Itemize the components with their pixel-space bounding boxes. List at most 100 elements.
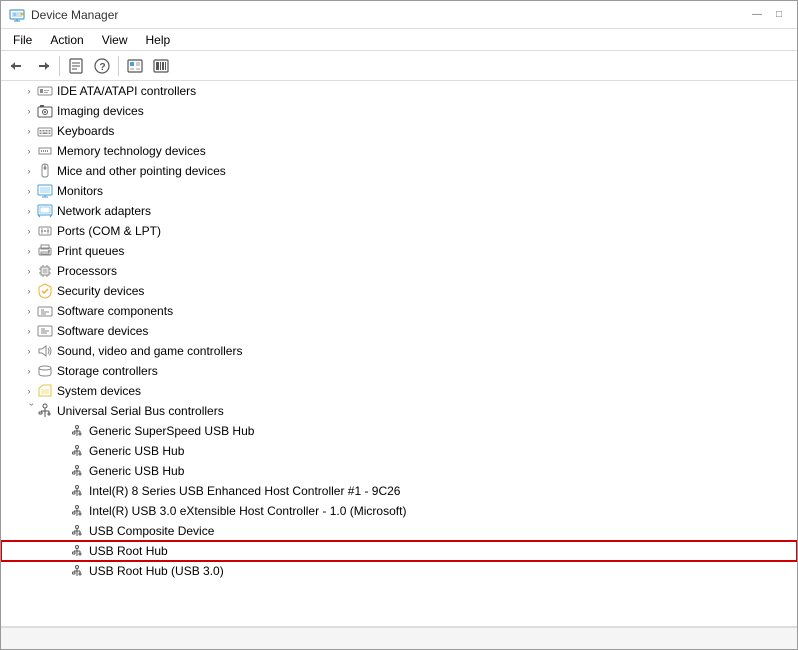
device-tree[interactable]: › IDE ATA/ATAPI controllers › Imaging de… <box>1 81 797 627</box>
expand-icon-softcomp[interactable]: › <box>21 303 37 319</box>
tree-item-usb-generic-ss[interactable]: Generic SuperSpeed USB Hub <box>1 421 797 441</box>
tree-item-usb-root[interactable]: USB Root Hub <box>1 541 797 561</box>
expand-icon-sound[interactable]: › <box>21 343 37 359</box>
scan-button[interactable] <box>149 54 173 78</box>
expand-icon-printq[interactable]: › <box>21 243 37 259</box>
expand-icon-ports[interactable]: › <box>21 223 37 239</box>
icon-imaging <box>37 103 53 119</box>
expand-icon-usb-generic-ss <box>53 423 69 439</box>
icon-usb-generic2 <box>69 463 85 479</box>
expand-icon-processors[interactable]: › <box>21 263 37 279</box>
back-icon <box>9 58 25 74</box>
expand-icon-keyboards[interactable]: › <box>21 123 37 139</box>
tree-item-usb-intel3[interactable]: Intel(R) USB 3.0 eXtensible Host Control… <box>1 501 797 521</box>
expand-icon-monitors[interactable]: › <box>21 183 37 199</box>
scan-icon <box>153 58 169 74</box>
tree-item-usb-root3[interactable]: USB Root Hub (USB 3.0) <box>1 561 797 581</box>
label-security: Security devices <box>57 284 144 298</box>
expand-icon-ide[interactable]: › <box>21 83 37 99</box>
tree-item-keyboards[interactable]: › Keyboards <box>1 121 797 141</box>
tree-item-storage[interactable]: › Storage controllers <box>1 361 797 381</box>
title-bar: ⚙ Device Manager — □ <box>1 1 797 29</box>
icon-printq <box>37 243 53 259</box>
maximize-button[interactable]: □ <box>769 7 789 23</box>
expand-icon-usb-composite <box>53 523 69 539</box>
expand-icon-softdev[interactable]: › <box>21 323 37 339</box>
forward-icon <box>35 58 51 74</box>
menu-action[interactable]: Action <box>42 31 91 49</box>
label-mice: Mice and other pointing devices <box>57 164 226 178</box>
label-keyboards: Keyboards <box>57 124 114 138</box>
expand-icon-usb-intel3 <box>53 503 69 519</box>
expand-icon-memory[interactable]: › <box>21 143 37 159</box>
icon-monitors <box>37 183 53 199</box>
tree-item-security[interactable]: › Security devices <box>1 281 797 301</box>
tree-item-sysdev[interactable]: › System devices <box>1 381 797 401</box>
tree-item-usb[interactable]: › Universal Serial Bus controllers <box>1 401 797 421</box>
menu-help[interactable]: Help <box>138 31 179 49</box>
label-usb-root3: USB Root Hub (USB 3.0) <box>89 564 224 578</box>
expand-icon-imaging[interactable]: › <box>21 103 37 119</box>
expand-icon-security[interactable]: › <box>21 283 37 299</box>
icon-mice <box>37 163 53 179</box>
menu-bar: File Action View Help <box>1 29 797 51</box>
help-button[interactable]: ? <box>90 54 114 78</box>
tree-item-usb-intel8[interactable]: Intel(R) 8 Series USB Enhanced Host Cont… <box>1 481 797 501</box>
icon-usb-root <box>69 543 85 559</box>
tree-item-softdev[interactable]: › Software devices <box>1 321 797 341</box>
icon-usb-intel3 <box>69 503 85 519</box>
minimize-button[interactable]: — <box>747 7 767 23</box>
back-button[interactable] <box>5 54 29 78</box>
label-usb-generic1: Generic USB Hub <box>89 444 184 458</box>
forward-button[interactable] <box>31 54 55 78</box>
tree-item-usb-composite[interactable]: USB Composite Device <box>1 521 797 541</box>
label-usb: Universal Serial Bus controllers <box>57 404 224 418</box>
title-controls: — □ <box>747 7 789 23</box>
properties-button[interactable] <box>64 54 88 78</box>
status-bar <box>1 627 797 649</box>
expand-icon-sysdev[interactable]: › <box>21 383 37 399</box>
tree-item-memory[interactable]: › Memory technology devices <box>1 141 797 161</box>
expand-icon-storage[interactable]: › <box>21 363 37 379</box>
expand-icon-usb[interactable]: › <box>21 403 37 419</box>
expand-icon-mice[interactable]: › <box>21 163 37 179</box>
tree-item-sound[interactable]: › Sound, video and game controllers <box>1 341 797 361</box>
label-ports: Ports (COM & LPT) <box>57 224 161 238</box>
icon-sound <box>37 343 53 359</box>
label-memory: Memory technology devices <box>57 144 206 158</box>
tree-item-network[interactable]: › Network adapters <box>1 201 797 221</box>
tree-item-softcomp[interactable]: › Software components <box>1 301 797 321</box>
expand-icon-usb-intel8 <box>53 483 69 499</box>
title-text: Device Manager <box>31 8 118 22</box>
tree-item-ide[interactable]: › IDE ATA/ATAPI controllers <box>1 81 797 101</box>
icon-network <box>37 203 53 219</box>
expand-icon-network[interactable]: › <box>21 203 37 219</box>
icon-usb-root3 <box>69 563 85 579</box>
label-printq: Print queues <box>57 244 124 258</box>
tree-item-imaging[interactable]: › Imaging devices <box>1 101 797 121</box>
toolbar-separator-2 <box>118 56 119 76</box>
label-usb-intel3: Intel(R) USB 3.0 eXtensible Host Control… <box>89 504 406 518</box>
menu-file[interactable]: File <box>5 31 40 49</box>
tree-item-usb-generic1[interactable]: Generic USB Hub <box>1 441 797 461</box>
properties-icon <box>68 58 84 74</box>
expand-icon-usb-generic1 <box>53 443 69 459</box>
icon-usb-intel8 <box>69 483 85 499</box>
tree-item-printq[interactable]: › Print queues <box>1 241 797 261</box>
expand-icon-usb-root <box>53 543 69 559</box>
icon-ide <box>37 83 53 99</box>
label-usb-composite: USB Composite Device <box>89 524 214 538</box>
tree-item-usb-generic2[interactable]: Generic USB Hub <box>1 461 797 481</box>
icon-security <box>37 283 53 299</box>
icon-storage <box>37 363 53 379</box>
menu-view[interactable]: View <box>94 31 136 49</box>
icon-ports <box>37 223 53 239</box>
tree-item-mice[interactable]: › Mice and other pointing devices <box>1 161 797 181</box>
svg-text:?: ? <box>100 62 106 73</box>
tree-item-processors[interactable]: › Processors <box>1 261 797 281</box>
label-monitors: Monitors <box>57 184 103 198</box>
show-hidden-button[interactable] <box>123 54 147 78</box>
tree-item-ports[interactable]: › Ports (COM & LPT) <box>1 221 797 241</box>
tree-item-monitors[interactable]: › Monitors <box>1 181 797 201</box>
label-network: Network adapters <box>57 204 151 218</box>
